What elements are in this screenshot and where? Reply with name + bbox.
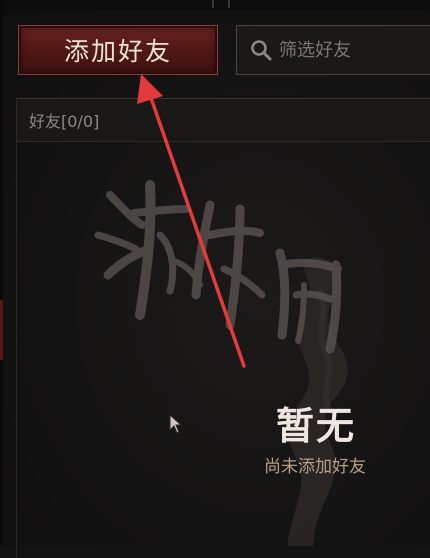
empty-state-subtitle: 尚未添加好友 xyxy=(264,457,366,477)
empty-state-title: 暂无 xyxy=(276,404,357,448)
friends-screen: 添加好友 好友[0/0] xyxy=(0,0,430,558)
